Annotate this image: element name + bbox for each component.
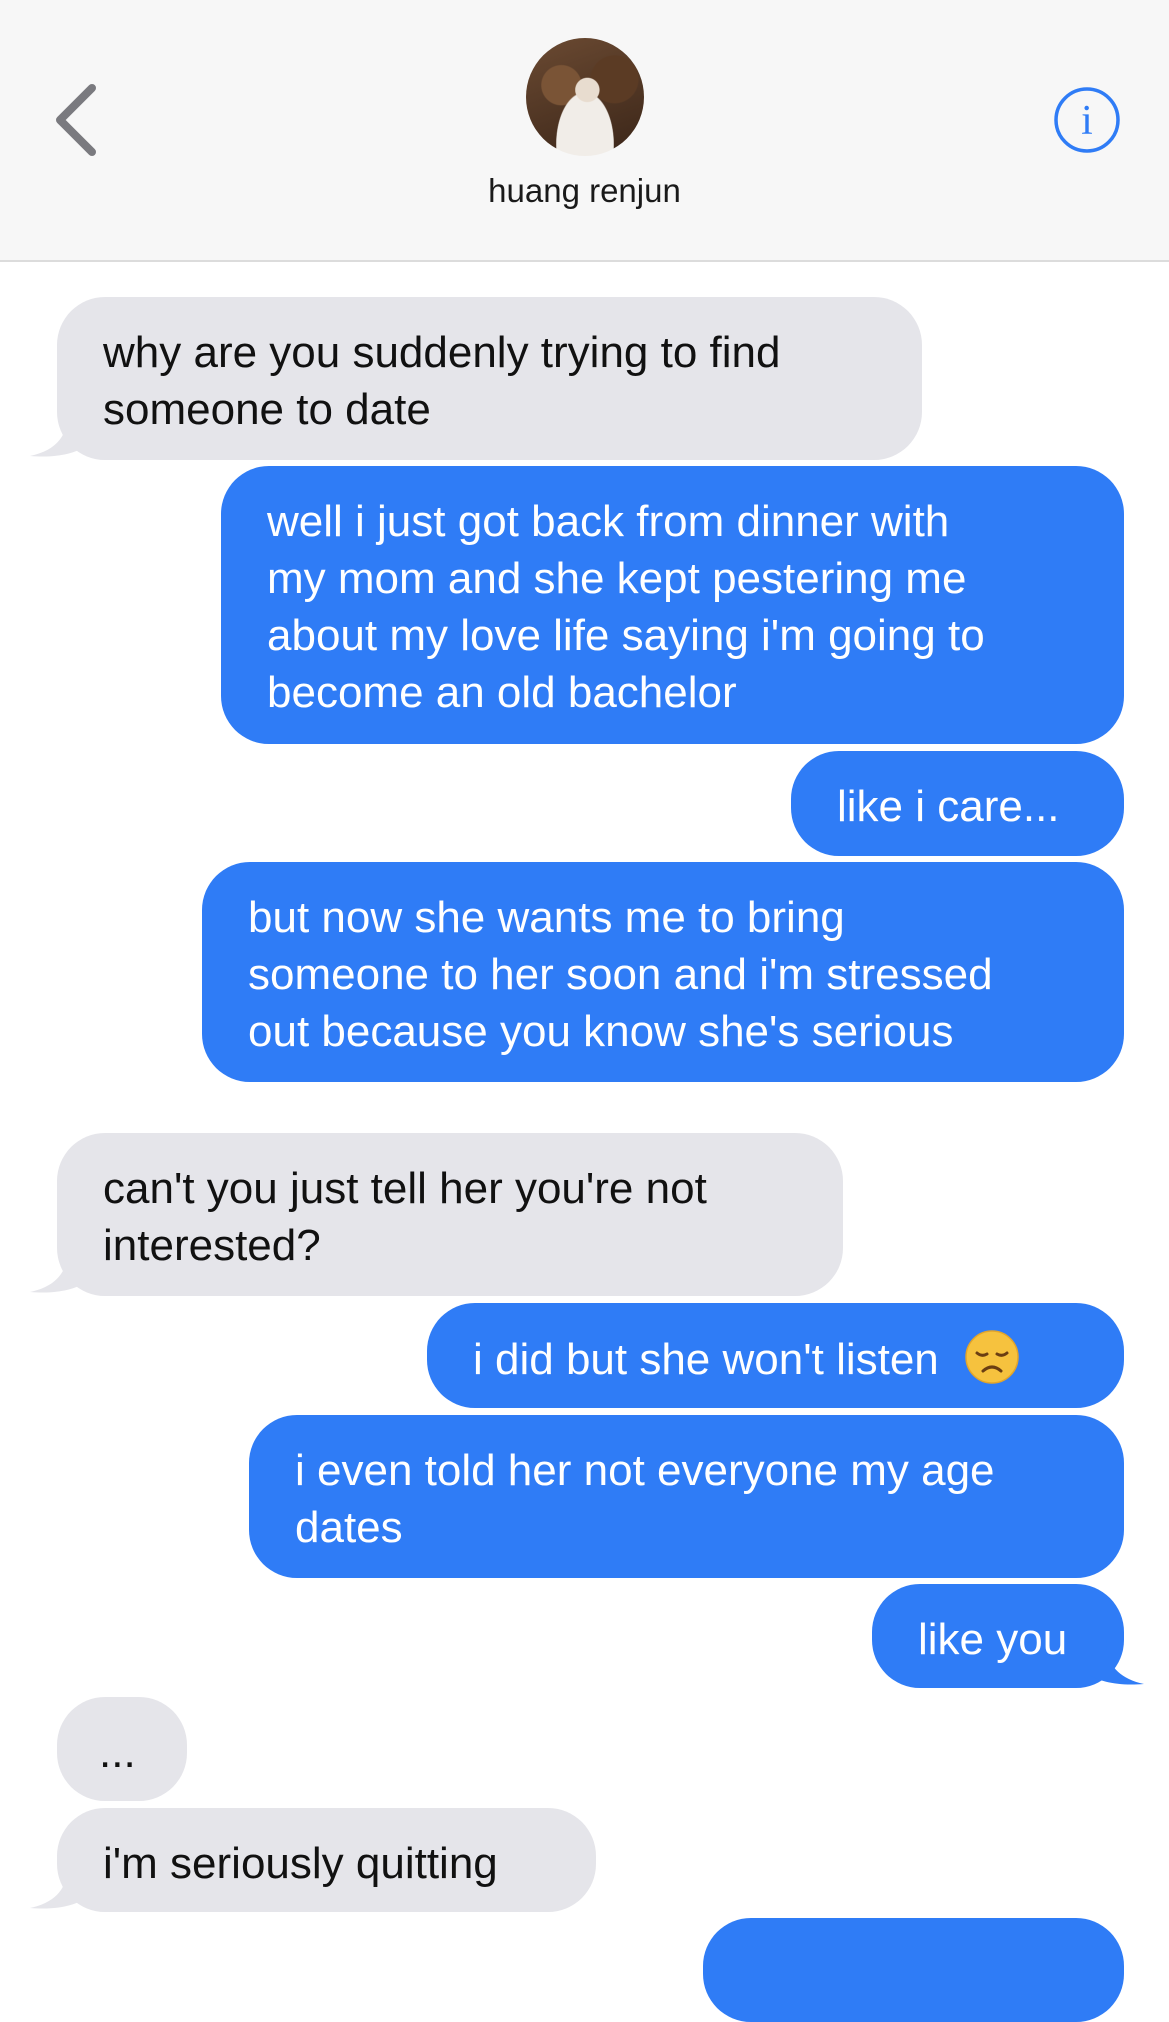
bubble-tail <box>1088 1640 1144 1685</box>
incoming-message[interactable]: why are you suddenly trying to find some… <box>57 297 922 460</box>
disappointed-face-icon <box>965 1330 1019 1384</box>
message-line: i even told her not everyone my age <box>295 1446 995 1495</box>
message-line: like i care... <box>837 782 1060 831</box>
bubble-tail <box>30 1248 86 1293</box>
bubble-tail <box>30 412 86 457</box>
message-line: become an old bachelor <box>267 668 737 717</box>
info-icon: i <box>1054 87 1120 153</box>
outgoing-message[interactable]: i did but she won't listen <box>427 1303 1124 1408</box>
message-line: my mom and she kept pestering me <box>267 554 967 603</box>
incoming-message[interactable]: can't you just tell her you're not inter… <box>57 1133 843 1296</box>
message-line: well i just got back from dinner with <box>267 497 950 546</box>
chevron-left-icon <box>56 84 96 156</box>
message-line: someone to date <box>103 385 431 434</box>
bubble-tail <box>30 1864 86 1909</box>
incoming-message[interactable]: ... <box>57 1697 187 1801</box>
message-line: i'm seriously quitting <box>103 1839 498 1888</box>
message-line: someone to her soon and i'm stressed <box>248 950 993 999</box>
info-button[interactable]: i <box>1053 86 1121 154</box>
message-line: why are you suddenly trying to find <box>103 328 781 377</box>
message-line: i did but she won't listen <box>473 1335 939 1384</box>
message-line: ... <box>99 1728 136 1777</box>
message-line: about my love life saying i'm going to <box>267 611 985 660</box>
contact-avatar[interactable] <box>526 38 644 156</box>
contact-name[interactable]: huang renjun <box>0 172 1169 210</box>
message-line: like you <box>918 1615 1068 1664</box>
outgoing-message[interactable]: but now she wants me to bring someone to… <box>202 862 1124 1082</box>
message-line: but now she wants me to bring <box>248 893 845 942</box>
conversation-header: huang renjun i <box>0 0 1169 262</box>
message-line: out because you know she's serious <box>248 1007 954 1056</box>
outgoing-message[interactable]: like i care... <box>791 751 1124 856</box>
outgoing-message[interactable]: i even told her not everyone my age date… <box>249 1415 1124 1578</box>
outgoing-message[interactable]: well i just got back from dinner with my… <box>221 466 1124 744</box>
message-line: can't you just tell her you're not <box>103 1164 707 1213</box>
outgoing-message-partial[interactable] <box>703 1918 1124 2022</box>
svg-text:i: i <box>1081 98 1093 144</box>
message-line: dates <box>295 1503 403 1552</box>
incoming-message[interactable]: i'm seriously quitting <box>57 1808 596 1912</box>
message-line: interested? <box>103 1221 321 1270</box>
back-button[interactable] <box>48 80 108 160</box>
